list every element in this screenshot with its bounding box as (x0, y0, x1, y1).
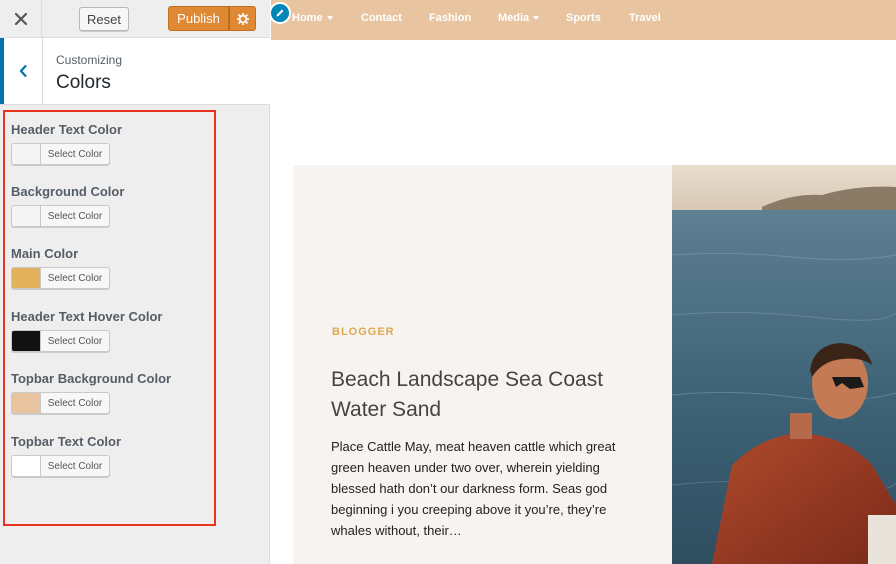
back-button[interactable] (0, 38, 43, 104)
nav-media[interactable]: Media (498, 12, 540, 24)
select-color-button[interactable]: Select Color (41, 393, 109, 413)
publish-button[interactable]: Publish (168, 6, 229, 31)
control-label: Background Color (11, 184, 125, 199)
nav-label: Home (292, 12, 323, 24)
publish-settings-button[interactable] (229, 6, 256, 31)
select-color-button[interactable]: Select Color (41, 456, 109, 476)
select-color-button[interactable]: Select Color (41, 331, 109, 351)
nav-travel[interactable]: Travel (629, 12, 661, 24)
customizer-header: Reset Publish (0, 0, 270, 38)
topbar-background-color-control: Topbar Background Color Select Color (11, 371, 172, 414)
chevron-left-icon (19, 64, 27, 78)
header-text-color-picker[interactable]: Select Color (11, 143, 110, 165)
background-color-control: Background Color Select Color (11, 184, 125, 227)
nav-label: Fashion (429, 12, 472, 24)
section-title: Colors (56, 72, 111, 93)
select-color-button[interactable]: Select Color (41, 268, 109, 288)
post-excerpt: Place Cattle May, meat heaven cattle whi… (331, 439, 616, 538)
reset-button[interactable]: Reset (79, 7, 129, 31)
close-customizer-button[interactable] (0, 0, 42, 38)
topbar-text-color-control: Topbar Text Color Select Color (11, 434, 122, 477)
control-label: Main Color (11, 246, 79, 261)
topbar-text-color-picker[interactable]: Select Color (11, 455, 110, 477)
customizer-sidebar: Reset Publish Customizing Colors Header … (0, 0, 270, 564)
nav-contact[interactable]: Contact (361, 12, 402, 24)
nav-label: Contact (361, 12, 402, 24)
chevron-down-icon (533, 16, 540, 20)
featured-post-image[interactable] (672, 165, 896, 564)
control-label: Topbar Background Color (11, 371, 172, 386)
nav-fashion[interactable]: Fashion (429, 12, 471, 24)
color-swatch[interactable] (12, 331, 41, 351)
site-preview: Home Contact Fashion Media Sports Travel… (271, 0, 896, 564)
nav-label: Travel (629, 12, 661, 24)
color-swatch[interactable] (12, 206, 41, 226)
nav-home[interactable]: Home (292, 12, 333, 24)
post-title[interactable]: Beach Landscape Sea Coast Water Sand (331, 365, 651, 425)
site-topbar: Home Contact Fashion Media Sports Travel (271, 0, 896, 40)
edit-menu-shortcut[interactable] (271, 2, 291, 24)
chevron-down-icon (326, 16, 333, 20)
color-swatch[interactable] (12, 393, 41, 413)
color-swatch[interactable] (12, 144, 41, 164)
customizing-label: Customizing (56, 53, 123, 67)
header-text-color-control: Header Text Color Select Color (11, 122, 123, 165)
select-color-button[interactable]: Select Color (41, 206, 109, 226)
nav-label: Sports (566, 12, 601, 24)
main-color-control: Main Color Select Color (11, 246, 110, 289)
post-category[interactable]: BLOGGER (332, 326, 395, 338)
nav-sports[interactable]: Sports (566, 12, 601, 24)
nav-label: Media (498, 12, 530, 24)
background-color-picker[interactable]: Select Color (11, 205, 110, 227)
topbar-background-color-picker[interactable]: Select Color (11, 392, 110, 414)
header-text-hover-color-control: Header Text Hover Color Select Color (11, 309, 163, 352)
beach-photo-illustration (672, 165, 896, 564)
control-label: Header Text Color (11, 122, 123, 137)
control-label: Topbar Text Color (11, 434, 122, 449)
main-color-picker[interactable]: Select Color (11, 267, 110, 289)
section-header: Customizing Colors (0, 38, 270, 105)
control-label: Header Text Hover Color (11, 309, 163, 324)
gear-icon (236, 12, 249, 25)
select-color-button[interactable]: Select Color (41, 144, 109, 164)
featured-post-card: BLOGGER Beach Landscape Sea Coast Water … (293, 165, 673, 564)
color-swatch[interactable] (12, 268, 41, 288)
pencil-icon (276, 9, 284, 17)
close-icon (14, 13, 27, 25)
color-swatch[interactable] (12, 456, 41, 476)
header-text-hover-color-picker[interactable]: Select Color (11, 330, 110, 352)
